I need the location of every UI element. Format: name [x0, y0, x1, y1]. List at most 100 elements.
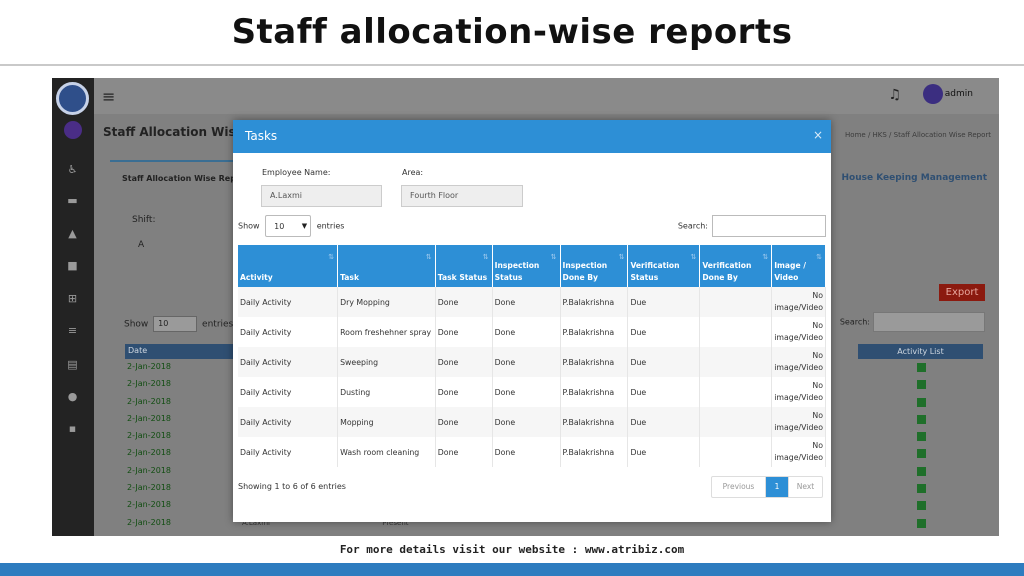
admin-label[interactable]: admin	[945, 89, 973, 99]
task-status-cell: Done	[435, 287, 493, 317]
inspection-status-cell: Done	[492, 407, 561, 437]
list-view-icon[interactable]	[917, 484, 926, 494]
next-button[interactable]: Next	[788, 477, 822, 497]
date-column-header[interactable]: Date	[125, 344, 235, 359]
sort-icon: ⇅	[816, 253, 822, 261]
sort-icon: ⇅	[482, 253, 489, 261]
column-header[interactable]: Task Status ⇅	[435, 245, 493, 287]
image-cell: No image/Video	[771, 347, 826, 377]
list-view-icon[interactable]	[917, 363, 926, 372]
task-cell: Dusting	[337, 377, 436, 407]
date-cell: 2-Jan-2018	[127, 431, 171, 441]
bg-search: Search:	[840, 312, 985, 332]
top-bar: ≡ ♫ admin	[94, 78, 999, 114]
table-row: Daily Activity Room freshehner spray Don…	[238, 317, 826, 347]
list-view-icon[interactable]	[917, 466, 926, 476]
employee-name-field[interactable]: A.Laxmi	[261, 185, 382, 207]
flask-icon[interactable]: ▲	[66, 228, 79, 239]
wheelchair-icon[interactable]: ♿	[66, 164, 79, 175]
breadcrumb[interactable]: Home / HKS / Staff Allocation Wise Repor…	[845, 131, 991, 139]
column-header[interactable]: Task ⇅	[337, 245, 436, 287]
column-header[interactable]: Inspection Done By ⇅	[560, 245, 629, 287]
previous-button[interactable]: Previous	[712, 477, 766, 497]
verification-status-cell: Due	[627, 317, 701, 347]
bg-show-entries: Show 10 entries	[124, 316, 233, 332]
task-cell: Mopping	[337, 407, 436, 437]
avatar[interactable]	[923, 84, 943, 104]
bg-entries-select[interactable]: 10	[153, 316, 198, 332]
table-row: Daily Activity Mopping Done Done P.Balak…	[238, 407, 826, 437]
show-label: Show	[238, 221, 260, 231]
column-header[interactable]: Inspection Status ⇅	[492, 245, 561, 287]
task-status-cell: Done	[435, 437, 493, 467]
verification-by-cell	[699, 287, 773, 317]
verification-by-cell	[699, 377, 773, 407]
date-cell: 2-Jan-2018	[127, 500, 171, 510]
hamburger-icon[interactable]: ≡	[102, 87, 115, 106]
sort-icon: ⇅	[690, 253, 697, 261]
task-cell: Wash room cleaning	[337, 437, 436, 467]
verification-by-cell	[699, 317, 773, 347]
bed-icon[interactable]: ▬	[66, 195, 79, 206]
inspection-by-cell: P.Balakrishna	[560, 347, 629, 377]
date-cell: 2-Jan-2018	[127, 465, 171, 475]
table-row: Daily Activity Sweeping Done Done P.Bala…	[238, 347, 826, 377]
list-view-icon[interactable]	[917, 432, 926, 442]
modal-title: Tasks	[245, 129, 278, 143]
column-header[interactable]: Verification Done By ⇅	[699, 245, 773, 287]
list-view-icon[interactable]	[917, 518, 926, 528]
house-keeping-link[interactable]: House Keeping Management	[842, 173, 988, 183]
close-icon[interactable]: ×	[813, 128, 823, 142]
export-button[interactable]: Export	[939, 284, 985, 301]
book-icon[interactable]: ▤	[66, 359, 79, 370]
date-cell: 2-Jan-2018	[127, 379, 171, 389]
task-status-cell: Done	[435, 317, 493, 347]
verification-by-cell	[699, 407, 773, 437]
list-icon[interactable]: ≡	[66, 325, 79, 336]
sidebar-active-icon[interactable]	[64, 121, 82, 139]
search-input[interactable]	[712, 215, 826, 237]
page-1-button[interactable]: 1	[766, 477, 788, 497]
column-header[interactable]: Image / Video ⇅	[771, 245, 826, 287]
entries-label: entries	[316, 221, 345, 231]
app-logo[interactable]	[56, 82, 89, 115]
entries-select[interactable]: 10 ▼	[265, 215, 312, 237]
footer-text: For more details visit our website : www…	[339, 543, 685, 556]
list-view-icon[interactable]	[917, 380, 926, 390]
bell-icon[interactable]: ♫	[888, 87, 901, 103]
sort-icon: ⇅	[762, 253, 769, 261]
image-cell: No image/Video	[771, 377, 826, 407]
sort-icon: ⇅	[328, 253, 335, 261]
activity-list-header[interactable]: Activity List	[858, 344, 983, 359]
activity-cell: Daily Activity	[238, 407, 339, 437]
inspection-by-cell: P.Balakrishna	[560, 437, 629, 467]
list-view-icon[interactable]	[917, 414, 926, 424]
plus-square-icon[interactable]: ⊞	[66, 293, 79, 304]
tasks-modal: Tasks × Employee Name: A.Laxmi Area: Fou…	[233, 120, 831, 522]
sort-icon: ⇅	[618, 253, 625, 261]
search-box: Search:	[678, 215, 826, 237]
date-cell: 2-Jan-2018	[127, 413, 171, 423]
sort-icon: ⇅	[550, 253, 557, 261]
inspection-by-cell: P.Balakrishna	[560, 317, 629, 347]
show-entries: Show 10 ▼ entries	[238, 215, 344, 237]
user-icon[interactable]: ●	[66, 391, 79, 402]
shift-value: A	[138, 240, 145, 250]
list-view-icon[interactable]	[917, 449, 926, 459]
bg-search-input[interactable]	[873, 312, 985, 332]
list-view-icon[interactable]	[917, 397, 926, 407]
sort-icon: ⇅	[425, 253, 432, 261]
area-field[interactable]: Fourth Floor	[401, 185, 523, 207]
date-cell: 2-Jan-2018	[127, 362, 171, 371]
column-header[interactable]: Verification Status ⇅	[627, 245, 701, 287]
activity-list-icons	[917, 363, 926, 536]
lock-icon[interactable]: ▪	[66, 423, 79, 434]
bottom-bar	[0, 563, 1024, 576]
column-header[interactable]: Activity ⇅	[238, 245, 339, 287]
slide-title: Staff allocation-wise reports	[231, 12, 793, 52]
task-status-cell: Done	[435, 377, 493, 407]
shift-label: Shift:	[132, 215, 156, 225]
list-view-icon[interactable]	[917, 501, 926, 511]
activity-cell: Daily Activity	[238, 317, 339, 347]
briefcase-icon[interactable]: ■	[66, 260, 79, 271]
